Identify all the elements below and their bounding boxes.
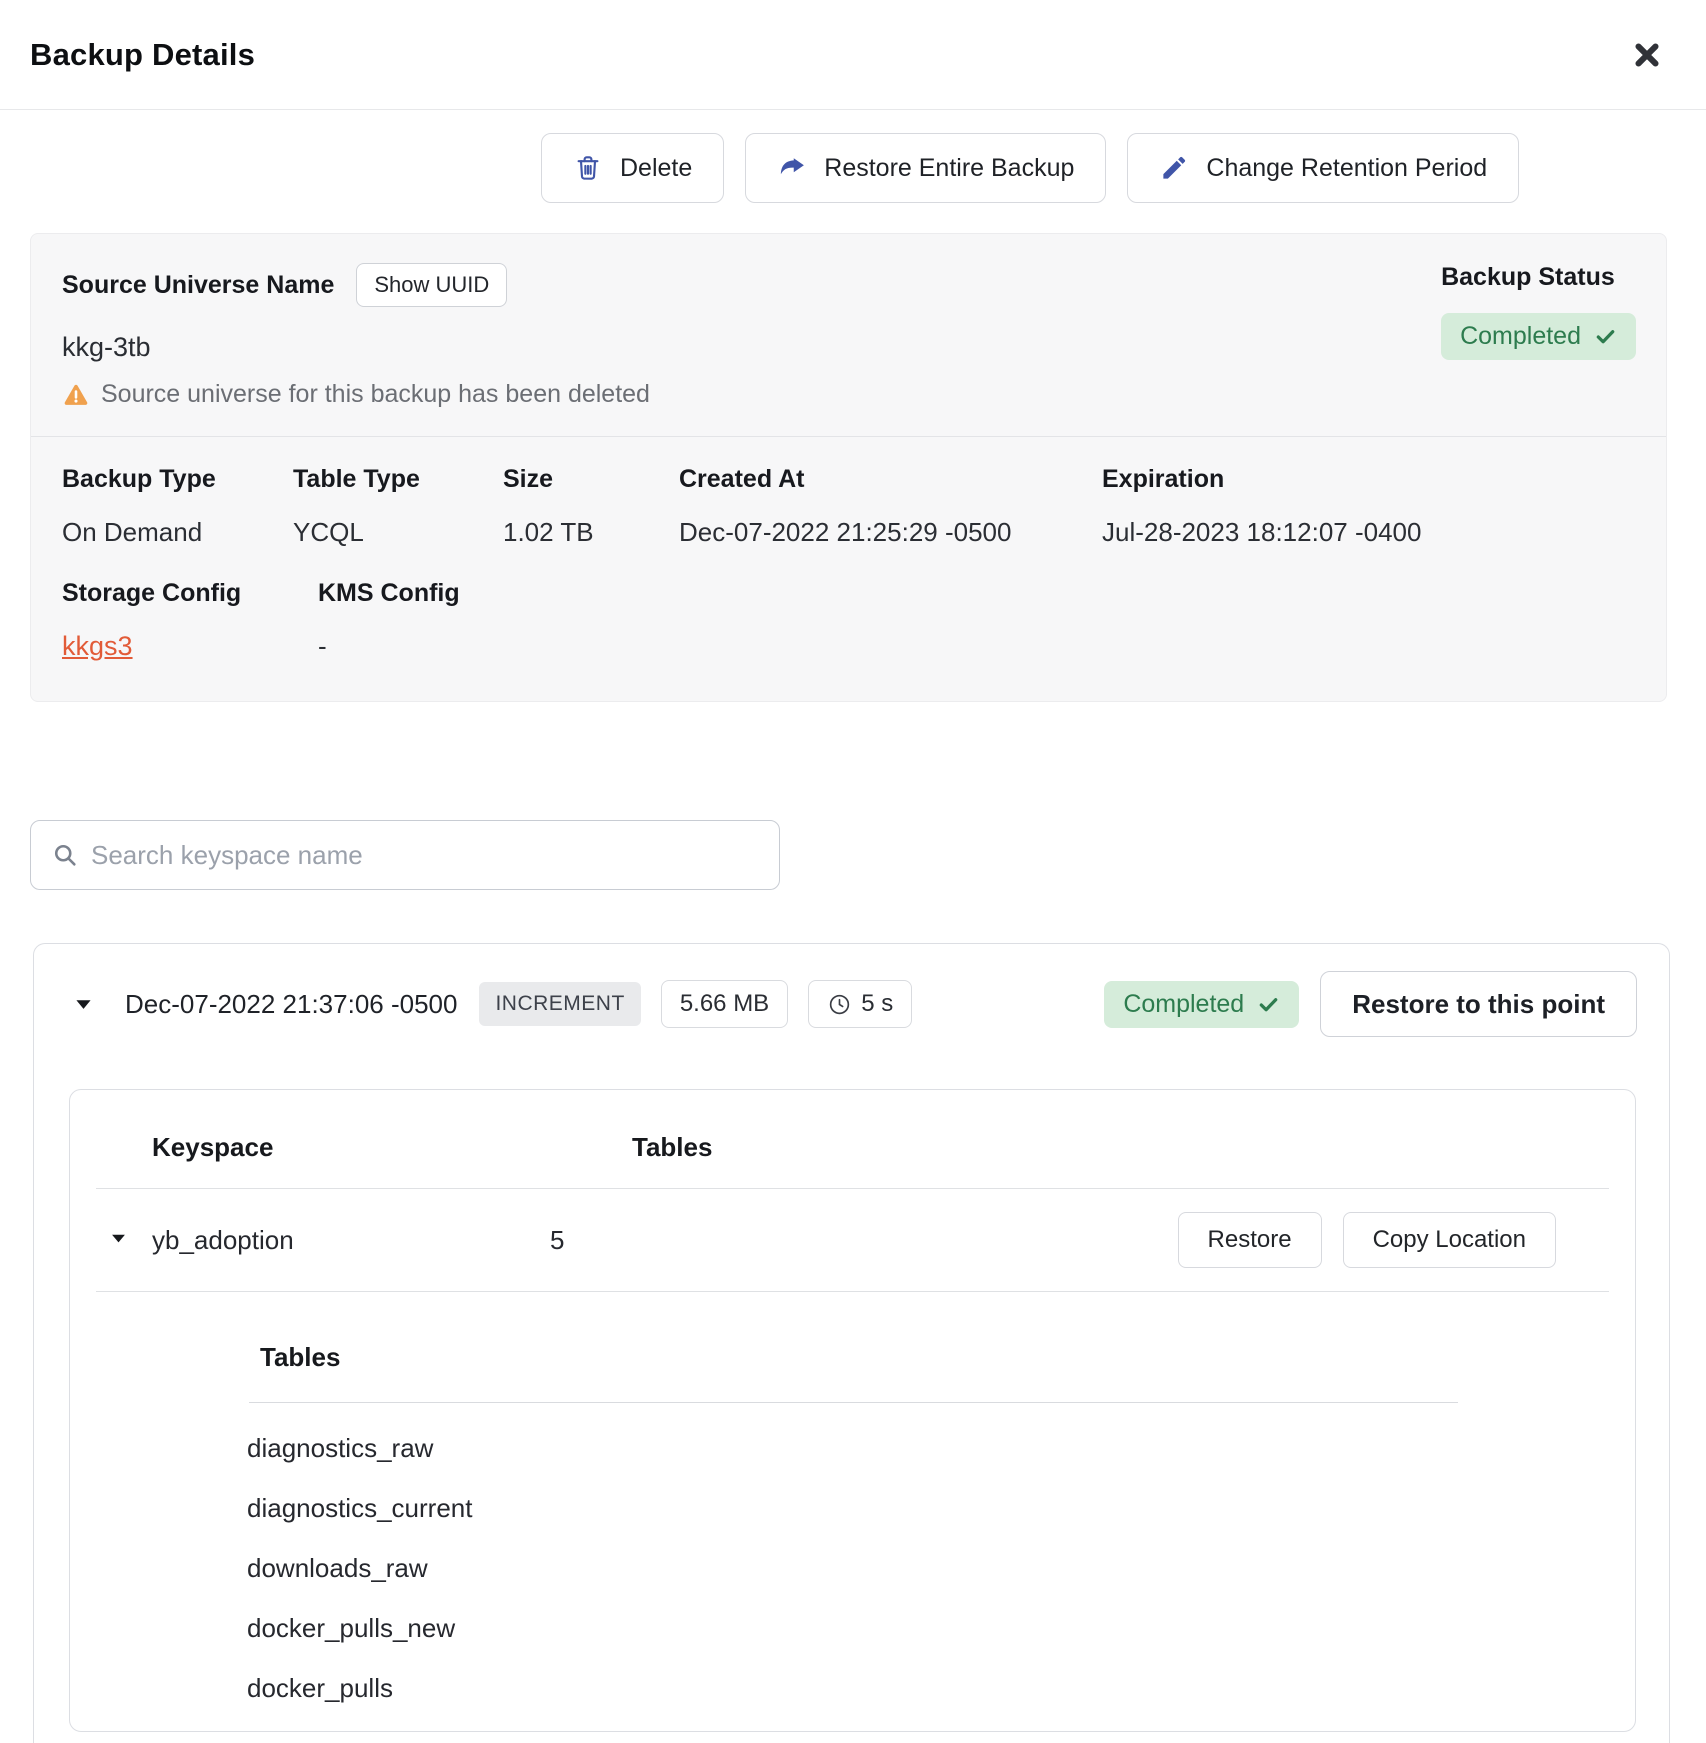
kms-config-field: KMS Config - — [318, 579, 460, 662]
clock-icon — [827, 992, 852, 1017]
search-icon — [51, 841, 79, 869]
tables-column-header: Tables — [632, 1132, 712, 1163]
show-uuid-button[interactable]: Show UUID — [356, 263, 507, 307]
tables-section-header: Tables — [260, 1342, 1635, 1373]
size-field: Size 1.02 TB — [503, 465, 679, 548]
search-input[interactable] — [30, 820, 780, 890]
increment-status-badge: Completed — [1104, 981, 1299, 1028]
table-list-item: diagnostics_raw — [247, 1433, 1635, 1463]
created-at-value: Dec-07-2022 21:25:29 -0500 — [679, 517, 1011, 547]
delete-button-label: Delete — [620, 154, 692, 183]
check-icon — [1594, 325, 1617, 348]
restore-keyspace-button[interactable]: Restore — [1178, 1212, 1322, 1268]
increment-header: Dec-07-2022 21:37:06 -0500 INCREMENT 5.6… — [34, 944, 1669, 1037]
copy-location-button[interactable]: Copy Location — [1343, 1212, 1556, 1268]
backup-summary-panel: Source Universe Name Show UUID kkg-3tb S… — [30, 233, 1667, 702]
keyspace-column-header: Keyspace — [152, 1132, 632, 1163]
backup-type-value: On Demand — [62, 517, 202, 547]
table-list-item: docker_pulls — [247, 1673, 1635, 1703]
universe-name: kkg-3tb — [62, 332, 650, 363]
storage-config-field: Storage Config kkgs3 — [62, 579, 318, 662]
caret-down-icon — [109, 1229, 128, 1248]
keyspace-table-header: Keyspace Tables — [70, 1090, 1635, 1188]
created-at-label: Created At — [679, 465, 1102, 494]
increment-status-value: Completed — [1123, 990, 1244, 1019]
close-icon — [1630, 38, 1664, 72]
table-list-item: downloads_raw — [247, 1553, 1635, 1583]
config-row: Storage Config kkgs3 KMS Config - — [31, 548, 1666, 701]
page-title: Backup Details — [30, 37, 255, 73]
storage-config-label: Storage Config — [62, 579, 318, 608]
expiration-field: Expiration Jul-28-2023 18:12:07 -0400 — [1102, 465, 1421, 548]
backup-type-field: Backup Type On Demand — [62, 465, 293, 548]
keyspace-name: yb_adoption — [152, 1225, 550, 1256]
trash-icon — [573, 153, 603, 183]
check-icon — [1257, 993, 1280, 1016]
source-universe-label: Source Universe Name — [62, 271, 334, 300]
close-button[interactable] — [1626, 34, 1668, 76]
modal-header: Backup Details — [0, 0, 1706, 110]
backup-details-row: Backup Type On Demand Table Type YCQL Si… — [31, 437, 1666, 548]
keyspace-search — [30, 820, 780, 890]
kms-config-value: - — [318, 631, 327, 661]
restore-entire-backup-button[interactable]: Restore Entire Backup — [745, 133, 1106, 203]
increment-collapse-button[interactable] — [71, 992, 96, 1017]
storage-config-link[interactable]: kkgs3 — [62, 631, 133, 661]
table-type-field: Table Type YCQL — [293, 465, 503, 548]
increment-duration-badge: 5 s — [808, 980, 912, 1028]
table-type-label: Table Type — [293, 465, 503, 494]
increment-duration-value: 5 s — [861, 990, 893, 1018]
table-type-value: YCQL — [293, 517, 364, 547]
increment-backup-card: Dec-07-2022 21:37:06 -0500 INCREMENT 5.6… — [33, 943, 1670, 1743]
tables-divider — [249, 1402, 1458, 1403]
kms-config-label: KMS Config — [318, 579, 460, 608]
size-label: Size — [503, 465, 679, 494]
warning-triangle-icon — [62, 381, 90, 409]
backup-status-badge: Completed — [1441, 313, 1636, 360]
delete-button[interactable]: Delete — [541, 133, 724, 203]
source-universe-block: Source Universe Name Show UUID kkg-3tb S… — [62, 263, 650, 409]
backup-status-label: Backup Status — [1441, 263, 1615, 292]
backup-status-value: Completed — [1460, 322, 1581, 351]
toolbar: Delete Restore Entire Backup Change Rete… — [541, 133, 1706, 203]
caret-down-icon — [73, 994, 94, 1015]
expiration-value: Jul-28-2023 18:12:07 -0400 — [1102, 517, 1421, 547]
increment-size-badge: 5.66 MB — [661, 980, 788, 1028]
increment-timestamp: Dec-07-2022 21:37:06 -0500 — [125, 989, 457, 1020]
created-at-field: Created At Dec-07-2022 21:25:29 -0500 — [679, 465, 1102, 548]
backup-status-block: Backup Status Completed — [1441, 263, 1636, 409]
table-list-item: docker_pulls_new — [247, 1613, 1635, 1643]
table-list-item: diagnostics_current — [247, 1493, 1635, 1523]
change-retention-period-button[interactable]: Change Retention Period — [1127, 133, 1519, 203]
keyspace-tables-count: 5 — [550, 1225, 564, 1256]
backup-type-label: Backup Type — [62, 465, 293, 494]
pencil-icon — [1159, 153, 1189, 183]
restore-entire-backup-label: Restore Entire Backup — [824, 154, 1074, 183]
restore-to-this-point-button[interactable]: Restore to this point — [1320, 971, 1637, 1037]
expiration-label: Expiration — [1102, 465, 1421, 494]
keyspace-row[interactable]: yb_adoption 5 Restore Copy Location — [70, 1189, 1635, 1291]
keyspace-table-card: Keyspace Tables yb_adoption 5 Restore Co… — [69, 1089, 1636, 1732]
tables-section: Tables diagnostics_raw diagnostics_curre… — [70, 1292, 1635, 1703]
restore-arrow-icon — [777, 153, 807, 183]
keyspace-collapse-button[interactable] — [107, 1227, 130, 1250]
universe-deleted-warning: Source universe for this backup has been… — [101, 380, 650, 409]
increment-type-badge: INCREMENT — [479, 982, 640, 1026]
change-retention-period-label: Change Retention Period — [1206, 154, 1487, 183]
size-value: 1.02 TB — [503, 517, 594, 547]
